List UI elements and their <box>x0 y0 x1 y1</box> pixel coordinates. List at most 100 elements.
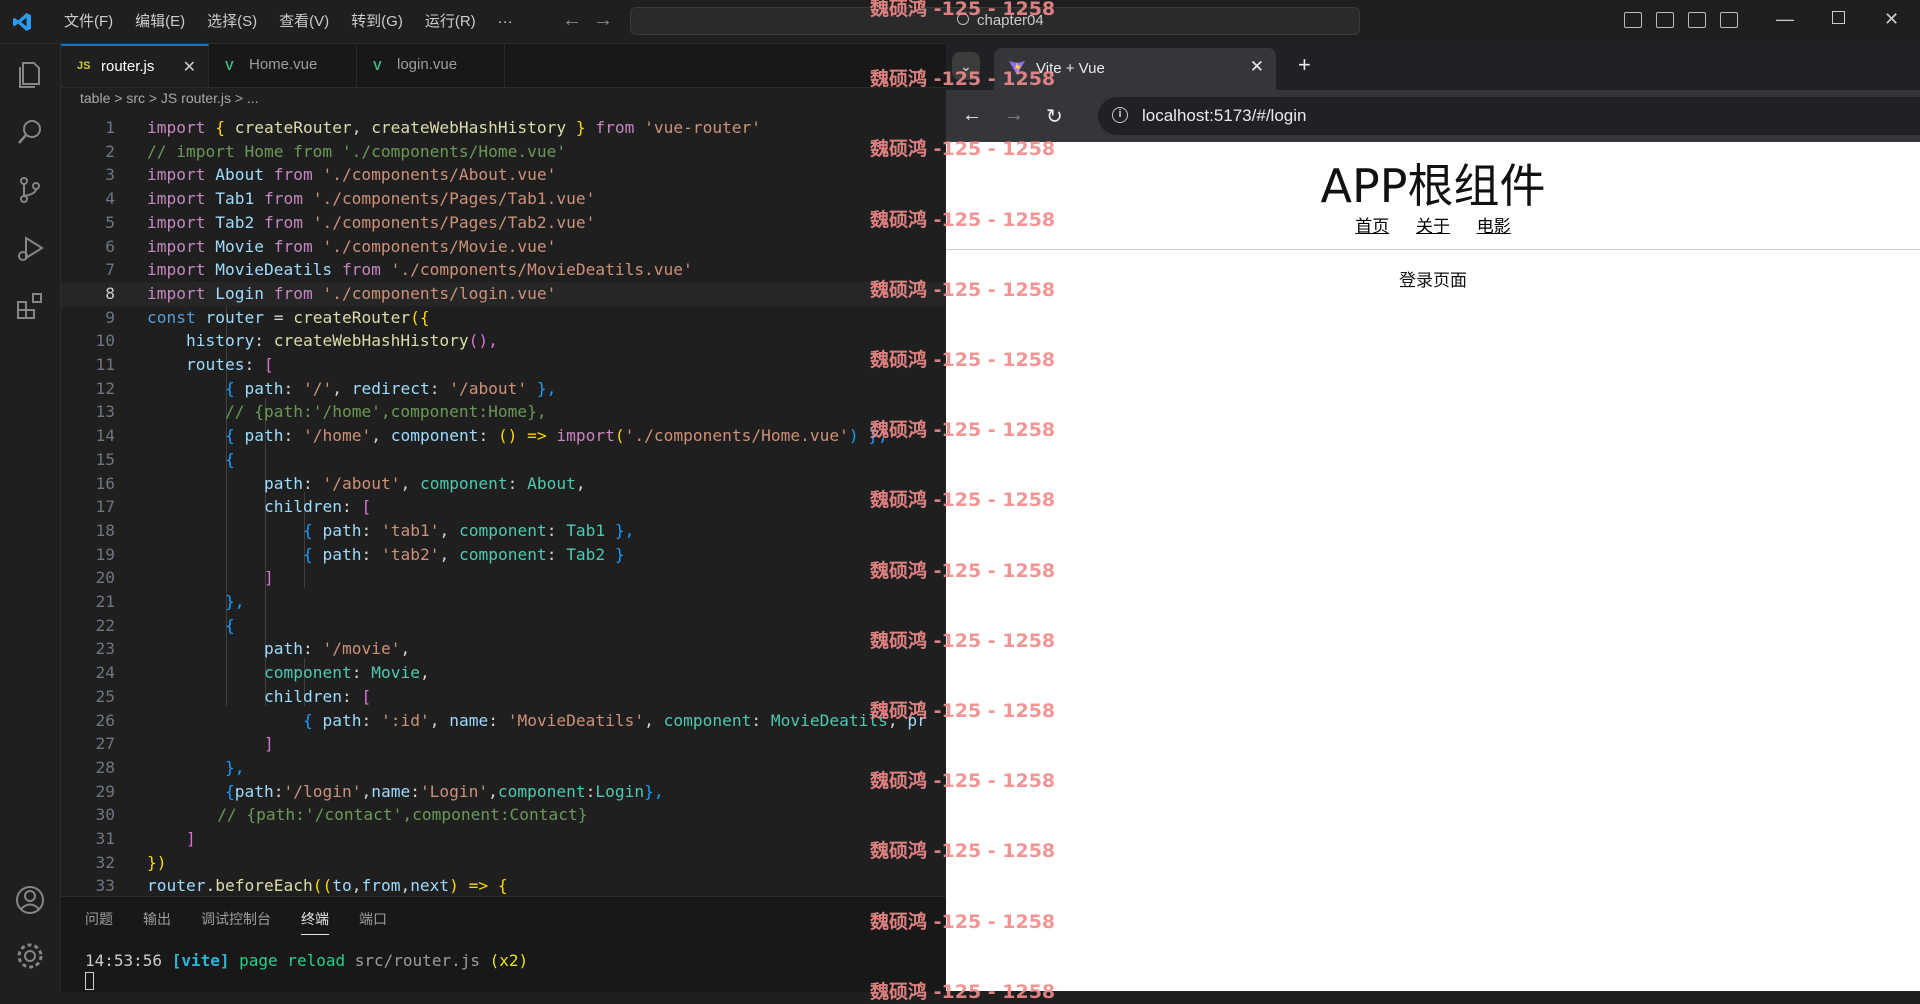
code-line[interactable]: 11 routes: [ <box>61 353 946 377</box>
run-debug-icon[interactable] <box>14 232 46 264</box>
terminal-output-line: 14:53:56 [vite] page reload src/router.j… <box>85 951 528 970</box>
code-text: const router = createRouter({ <box>147 307 430 327</box>
code-line[interactable]: 4 import Tab1 from './components/Pages/Ta… <box>61 187 946 211</box>
address-url[interactable]: localhost:5173/#/login <box>1142 106 1306 126</box>
divider <box>946 249 1920 250</box>
code-line[interactable]: 12 { path: '/', redirect: '/about' }, <box>61 377 946 401</box>
code-line[interactable]: 7 import MovieDeatils from './components/… <box>61 258 946 282</box>
code-line[interactable]: 13 // {path:'/home',component:Home}, <box>61 400 946 424</box>
code-line[interactable]: 22 { <box>61 614 946 638</box>
code-line[interactable]: 23 path: '/movie', <box>61 637 946 661</box>
panel-tab-ports[interactable]: 端口 <box>359 909 387 929</box>
reload-icon[interactable]: ↻ <box>1046 104 1063 129</box>
code-line[interactable]: 14 { path: '/home', component: () => impo… <box>61 424 946 448</box>
code-line[interactable]: 30 // {path:'/contact',component:Contact} <box>61 803 946 827</box>
watermark-text: 魏硕鸿 -125 - 1258 <box>870 349 1056 371</box>
restore-icon[interactable] <box>1832 11 1845 24</box>
code-line[interactable]: 6 import Movie from './components/Movie.v… <box>61 235 946 259</box>
code-line[interactable]: 15 { <box>61 448 946 472</box>
back-arrow-icon[interactable]: ← <box>562 9 582 32</box>
address-bar[interactable]: i localhost:5173/#/login <box>1098 97 1920 135</box>
line-number: 20 <box>95 568 116 588</box>
line-number: 18 <box>95 520 116 540</box>
code-line[interactable]: 16 path: '/about', component: About, <box>61 472 946 496</box>
panel-tab-terminal[interactable]: 终端 <box>301 909 329 935</box>
account-icon[interactable] <box>14 884 46 916</box>
code-line[interactable]: 29 {path:'/login',name:'Login',component:… <box>61 780 946 804</box>
code-text: path: '/movie', <box>264 639 411 659</box>
line-number: 9 <box>105 307 115 327</box>
code-line[interactable]: 25 children: [ <box>61 685 946 709</box>
line-number: 14 <box>95 426 116 446</box>
search-icon[interactable] <box>14 116 46 148</box>
close-window-icon[interactable]: ✕ <box>1884 9 1899 30</box>
code-text: routes: [ <box>186 355 274 374</box>
customize-layout-icon[interactable] <box>1720 12 1738 28</box>
code-line[interactable]: 19 { path: 'tab2', component: Tab2 } <box>61 543 946 567</box>
menu-run[interactable]: 运行(R) <box>414 0 487 43</box>
explorer-icon[interactable] <box>14 58 46 90</box>
back-arrow-icon[interactable]: ← <box>962 104 982 127</box>
menu-go[interactable]: 转到(G) <box>340 0 414 43</box>
code-line[interactable]: 31] <box>61 827 946 851</box>
watermark-text: 魏硕鸿 -125 - 1258 <box>870 700 1056 722</box>
watermark-text: 魏硕鸿 -125 - 1258 <box>870 840 1056 863</box>
menu-more[interactable]: ··· <box>487 0 524 43</box>
code-line[interactable]: 26 { path: ':id', name: 'MovieDeatils', c… <box>61 709 946 733</box>
terminal-message: page reload <box>239 951 346 970</box>
watermark-text: 魏硕鸿 -125 - 1258 <box>870 138 1056 161</box>
code-line[interactable]: 17 children: [ <box>61 495 946 519</box>
vscode-logo-icon[interactable] <box>12 12 32 32</box>
new-tab-plus-icon[interactable]: + <box>1298 52 1311 78</box>
code-line[interactable]: 24 component: Movie, <box>61 661 946 685</box>
toggle-panel-icon[interactable] <box>1656 12 1674 28</box>
nav-link-about[interactable]: 关于 <box>1416 217 1450 236</box>
menu-view[interactable]: 查看(V) <box>268 0 340 43</box>
code-text: children: [ <box>264 497 372 517</box>
forward-arrow-icon[interactable]: → <box>593 9 613 32</box>
code-line[interactable]: 28}, <box>61 756 946 780</box>
extensions-icon[interactable] <box>14 290 46 322</box>
close-tab-icon[interactable]: ✕ <box>1250 57 1264 77</box>
line-number: 13 <box>95 402 116 422</box>
minimize-icon[interactable]: — <box>1776 9 1794 30</box>
code-editor[interactable]: 1 import { createRouter, createWebHashHis… <box>61 114 946 894</box>
code-line[interactable]: 10 history: createWebHashHistory(), <box>61 329 946 353</box>
code-line[interactable]: 2 // import Home from './components/Home.… <box>61 140 946 164</box>
source-control-icon[interactable] <box>14 174 46 206</box>
tab-router-js[interactable]: JS router.js ✕ <box>61 44 209 87</box>
tab-home-vue[interactable]: V Home.vue <box>209 44 357 87</box>
code-line[interactable]: 27] <box>61 732 946 756</box>
code-line[interactable]: 33 router.beforeEach((to,from,next) => { <box>61 874 946 894</box>
code-line[interactable]: 32}) <box>61 851 946 875</box>
tab-login-vue[interactable]: V login.vue <box>357 44 505 87</box>
code-line[interactable]: 20] <box>61 566 946 590</box>
code-line[interactable]: 8 import Login from './components/login.v… <box>61 281 946 306</box>
panel-tab-output[interactable]: 输出 <box>143 909 171 929</box>
toggle-primary-sidebar-icon[interactable] <box>1624 12 1642 28</box>
close-tab-icon[interactable]: ✕ <box>183 57 196 77</box>
code-line[interactable]: 18 { path: 'tab1', component: Tab1 }, <box>61 519 946 543</box>
panel-tab-debug-console[interactable]: 调试控制台 <box>201 909 271 929</box>
code-text: router.beforeEach((to,from,next) => { <box>147 876 508 894</box>
toggle-secondary-sidebar-icon[interactable] <box>1688 12 1706 28</box>
panel-tab-problems[interactable]: 问题 <box>85 909 113 929</box>
breadcrumb[interactable]: table > src > JS router.js > ... <box>80 90 259 112</box>
site-info-icon[interactable]: i <box>1112 107 1128 123</box>
code-line[interactable]: 21}, <box>61 590 946 614</box>
line-number: 33 <box>95 876 116 894</box>
forward-arrow-icon[interactable]: → <box>1004 104 1024 127</box>
menu-edit[interactable]: 编辑(E) <box>124 0 196 43</box>
terminal-cursor[interactable] <box>85 972 94 990</box>
settings-gear-icon[interactable] <box>14 940 46 972</box>
nav-link-home[interactable]: 首页 <box>1355 217 1389 236</box>
code-line[interactable]: 1 import { createRouter, createWebHashHis… <box>61 116 946 140</box>
nav-link-movie[interactable]: 电影 <box>1477 217 1511 236</box>
code-line[interactable]: 9 const router = createRouter({ <box>61 306 946 330</box>
code-line[interactable]: 3 import About from './components/About.v… <box>61 163 946 187</box>
menu-selection[interactable]: 选择(S) <box>196 0 268 43</box>
line-number: 4 <box>105 189 115 209</box>
code-line[interactable]: 5 import Tab2 from './components/Pages/Ta… <box>61 211 946 235</box>
menu-file[interactable]: 文件(F) <box>53 0 124 43</box>
page-viewport: APP根组件 首页 关于 电影 登录页面 <box>946 142 1920 991</box>
